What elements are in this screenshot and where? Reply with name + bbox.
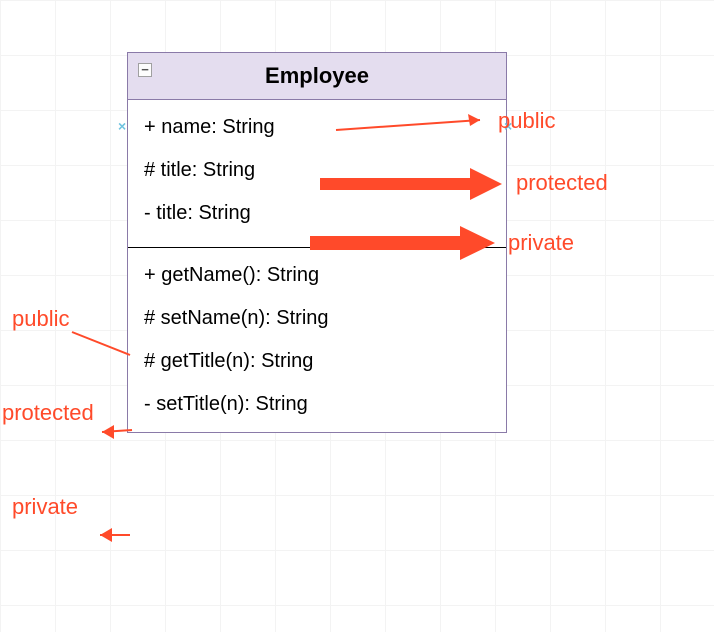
method-row: # getTitle(n): String — [128, 340, 506, 383]
attribute-row: + name: String — [128, 106, 506, 149]
method-row: # setName(n): String — [128, 297, 506, 340]
annotation-protected-right: protected — [516, 170, 608, 196]
annotation-protected-left: protected — [2, 400, 94, 426]
attribute-row: # title: String — [128, 149, 506, 192]
method-row: - setTitle(n): String — [128, 383, 506, 426]
attributes-section: + name: String # title: String - title: … — [128, 100, 506, 241]
annotation-private-right: private — [508, 230, 574, 256]
uml-class-header: − Employee — [128, 53, 506, 100]
method-row: + getName(): String — [128, 254, 506, 297]
annotation-private-left: private — [12, 494, 78, 520]
annotation-public-left: public — [12, 306, 69, 332]
methods-section: + getName(): String # setName(n): String… — [128, 248, 506, 432]
class-name: Employee — [265, 63, 369, 88]
collapse-icon[interactable]: − — [138, 63, 152, 77]
connection-handle-left[interactable]: × — [118, 118, 126, 134]
attribute-row: - title: String — [128, 192, 506, 235]
uml-class-box: − Employee + name: String # title: Strin… — [127, 52, 507, 433]
annotation-public-right: public — [498, 108, 555, 134]
